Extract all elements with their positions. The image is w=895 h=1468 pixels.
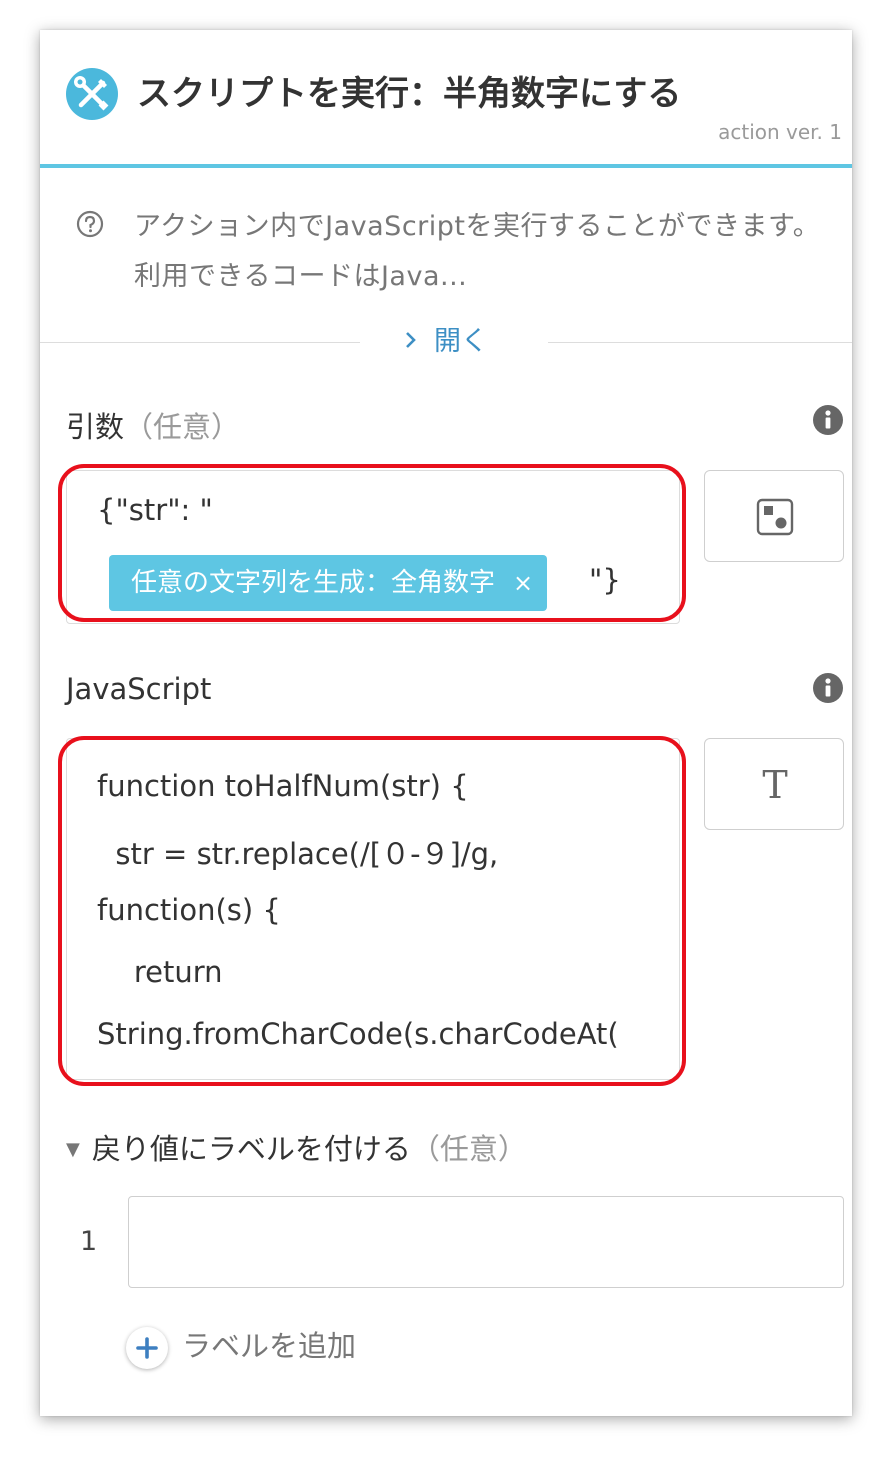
text-format-button[interactable]: T [704,738,844,830]
return-label-toggle[interactable]: ▼ 戻り値にラベルを付ける（任意） [66,1126,527,1168]
code-line: str = str.replace(/[０-９]/g, [97,837,499,871]
description-toggle-row: 開く [40,320,852,364]
add-label-button[interactable]: ラベルを追加 [126,1322,356,1370]
insert-variable-button[interactable] [704,470,844,562]
close-icon[interactable]: × [513,555,533,611]
chevron-right-icon [404,320,418,364]
code-line: String.fromCharCode(s.charCodeAt( [97,1017,619,1051]
triangle-down-icon: ▼ [66,1139,80,1160]
optional-marker: （任意） [410,1132,527,1166]
divider [548,342,852,343]
optional-marker: （任意） [124,410,241,444]
code-line: function(s) { [97,893,281,927]
help-circle-icon [76,210,104,238]
info-icon[interactable] [812,404,844,436]
description-open-toggle[interactable]: 開く [404,320,488,364]
code-line: function toHalfNum(str) { [97,769,469,803]
info-icon[interactable] [812,672,844,704]
variable-insert-icon [756,498,794,536]
arguments-label-text: 引数 [66,410,125,444]
code-line: return [97,955,223,989]
text-format-icon: T [762,763,788,807]
page-title: スクリプトを実行：半角数字にする [137,74,682,114]
arguments-value-suffix: "} [589,563,621,597]
header-divider [40,164,852,168]
plus-icon [126,1327,168,1369]
return-label-title: 戻り値にラベルを付ける [91,1132,411,1166]
arguments-label: 引数（任意） [66,404,240,446]
arguments-value-prefix: {"str": " [97,493,213,527]
arguments-field[interactable]: {"str": " 任意の文字列を生成：全角数字 × "} [66,470,680,624]
add-label-text: ラベルを追加 [182,1329,357,1363]
panel-header: スクリプトを実行：半角数字にする action ver. 1 [40,30,852,168]
divider [40,342,360,343]
variable-tag[interactable]: 任意の文字列を生成：全角数字 × [109,555,548,611]
action-settings-panel: スクリプトを実行：半角数字にする action ver. 1 アクション内でJa… [40,30,852,1416]
action-description: アクション内でJavaScriptを実行することができます。利用できるコードはJ… [134,211,821,292]
return-label-index: 1 [80,1226,98,1257]
javascript-label: JavaScript [66,672,212,706]
toggle-label: 開く [434,326,488,357]
variable-tag-label: 任意の文字列を生成：全角数字 [131,568,496,598]
tools-icon [66,68,118,120]
action-version: action ver. 1 [718,120,842,144]
javascript-code-field[interactable]: function toHalfNum(str) { str = str.repl… [66,738,680,1080]
return-label-input[interactable] [128,1196,844,1288]
